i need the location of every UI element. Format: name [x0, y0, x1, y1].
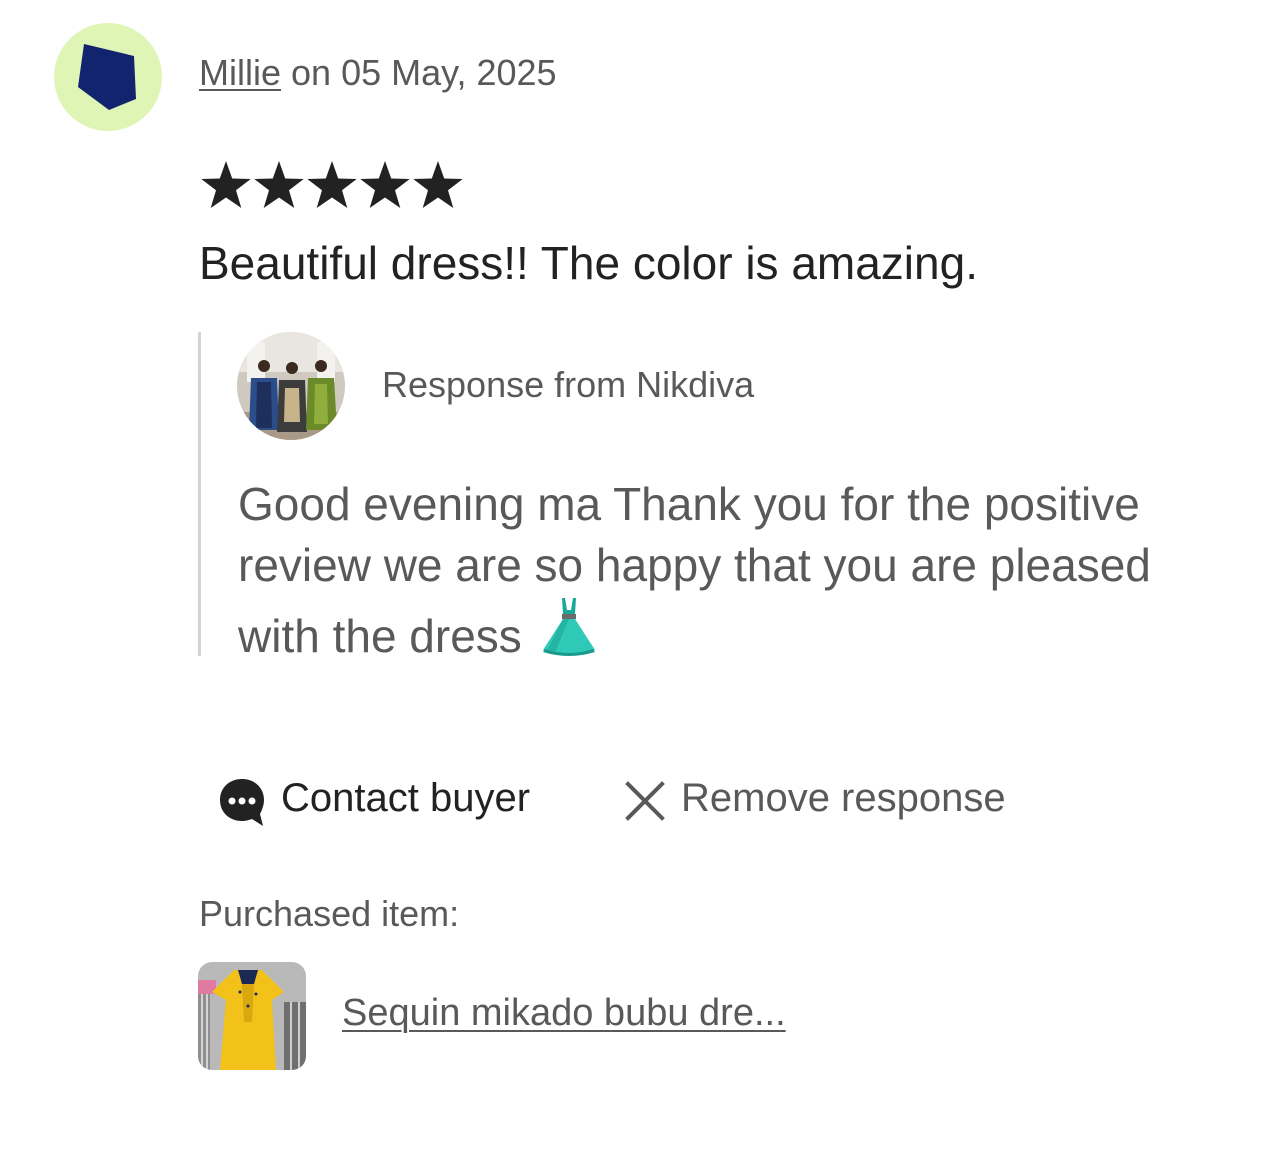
star-icon: [254, 161, 304, 208]
stars-graphic: [201, 161, 463, 208]
seller-response: Response from Nikdiva Good evening ma Th…: [198, 332, 1211, 662]
star-icon: [201, 161, 251, 208]
dress-icon: [542, 598, 595, 656]
response-body: Good evening ma Thank you for the positi…: [238, 474, 1208, 667]
close-icon: [625, 781, 665, 821]
response-title: Response from Nikdiva: [382, 364, 755, 405]
star-icon: [413, 161, 463, 208]
shop-photo-icon: [237, 332, 345, 440]
chat-bubble-icon: [220, 779, 264, 826]
contact-buyer-button[interactable]: Contact buyer: [218, 772, 548, 828]
response-text: Good evening ma Thank you for the positi…: [238, 478, 1151, 662]
purchased-item-link[interactable]: Sequin mikado bubu dre...: [342, 992, 786, 1035]
pentagon-avatar-icon: [78, 44, 136, 110]
star-icon: [307, 161, 357, 208]
star-icon: [360, 161, 410, 208]
purchased-item-thumbnail[interactable]: [198, 962, 306, 1070]
contact-buyer-label: Contact buyer: [281, 776, 531, 820]
yellow-dress-photo-icon: [198, 962, 306, 1070]
review-meta: Millie on 05 May, 2025: [199, 52, 557, 94]
shop-avatar: [237, 332, 345, 440]
remove-response-button[interactable]: Remove response: [622, 772, 1022, 828]
purchased-item-label: Purchased item:: [199, 893, 460, 934]
remove-response-label: Remove response: [681, 776, 1006, 820]
review-text: Beautiful dress!! The color is amazing.: [199, 237, 978, 289]
review-date: on 05 May, 2025: [281, 52, 557, 93]
star-rating: [199, 160, 469, 214]
reviewer-name-link[interactable]: Millie: [199, 52, 281, 93]
reviewer-avatar: [54, 23, 162, 131]
